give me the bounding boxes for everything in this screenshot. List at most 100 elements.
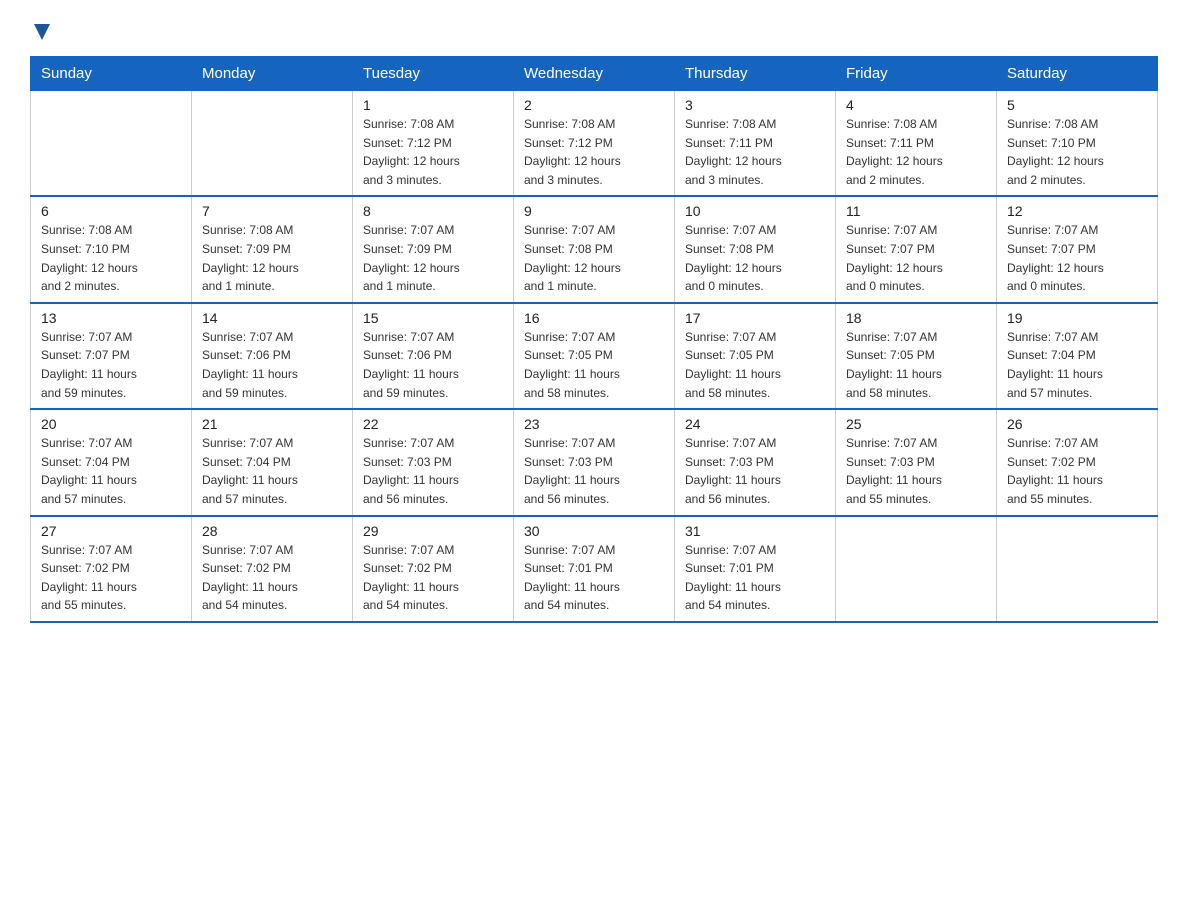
day-info: Sunrise: 7:07 AM Sunset: 7:02 PM Dayligh… [1007, 434, 1147, 508]
day-info: Sunrise: 7:07 AM Sunset: 7:03 PM Dayligh… [524, 434, 664, 508]
calendar-cell: 20 Sunrise: 7:07 AM Sunset: 7:04 PM Dayli… [31, 409, 192, 515]
day-info: Sunrise: 7:08 AM Sunset: 7:12 PM Dayligh… [363, 115, 503, 189]
day-info: Sunrise: 7:07 AM Sunset: 7:05 PM Dayligh… [524, 328, 664, 402]
day-info: Sunrise: 7:07 AM Sunset: 7:01 PM Dayligh… [685, 541, 825, 615]
day-info: Sunrise: 7:08 AM Sunset: 7:10 PM Dayligh… [1007, 115, 1147, 189]
calendar-week-row: 1 Sunrise: 7:08 AM Sunset: 7:12 PM Daylig… [31, 91, 1158, 197]
day-number: 11 [846, 203, 986, 219]
day-number: 10 [685, 203, 825, 219]
calendar-cell [192, 91, 353, 197]
day-number: 17 [685, 310, 825, 326]
calendar-cell: 6 Sunrise: 7:08 AM Sunset: 7:10 PM Daylig… [31, 196, 192, 302]
day-number: 16 [524, 310, 664, 326]
day-number: 23 [524, 416, 664, 432]
day-number: 2 [524, 97, 664, 113]
page-header [30, 20, 1158, 40]
calendar-cell: 28 Sunrise: 7:07 AM Sunset: 7:02 PM Dayli… [192, 516, 353, 622]
day-number: 9 [524, 203, 664, 219]
day-info: Sunrise: 7:08 AM Sunset: 7:10 PM Dayligh… [41, 221, 181, 295]
day-info: Sunrise: 7:07 AM Sunset: 7:07 PM Dayligh… [1007, 221, 1147, 295]
day-number: 8 [363, 203, 503, 219]
calendar-cell [997, 516, 1158, 622]
weekday-header-monday: Monday [192, 57, 353, 91]
day-info: Sunrise: 7:08 AM Sunset: 7:12 PM Dayligh… [524, 115, 664, 189]
day-number: 29 [363, 523, 503, 539]
day-number: 22 [363, 416, 503, 432]
calendar-header-row: SundayMondayTuesdayWednesdayThursdayFrid… [31, 57, 1158, 91]
calendar-cell: 14 Sunrise: 7:07 AM Sunset: 7:06 PM Dayli… [192, 303, 353, 409]
calendar-cell: 12Sunrise: 7:07 AM Sunset: 7:07 PM Dayli… [997, 196, 1158, 302]
day-number: 26 [1007, 416, 1147, 432]
calendar-week-row: 27 Sunrise: 7:07 AM Sunset: 7:02 PM Dayli… [31, 516, 1158, 622]
logo [30, 20, 54, 40]
day-number: 27 [41, 523, 181, 539]
calendar-cell: 19Sunrise: 7:07 AM Sunset: 7:04 PM Dayli… [997, 303, 1158, 409]
calendar-cell: 16 Sunrise: 7:07 AM Sunset: 7:05 PM Dayli… [514, 303, 675, 409]
day-info: Sunrise: 7:07 AM Sunset: 7:06 PM Dayligh… [202, 328, 342, 402]
day-number: 5 [1007, 97, 1147, 113]
calendar-cell [31, 91, 192, 197]
day-number: 30 [524, 523, 664, 539]
day-number: 31 [685, 523, 825, 539]
day-info: Sunrise: 7:08 AM Sunset: 7:11 PM Dayligh… [846, 115, 986, 189]
day-info: Sunrise: 7:07 AM Sunset: 7:02 PM Dayligh… [202, 541, 342, 615]
calendar-cell: 10 Sunrise: 7:07 AM Sunset: 7:08 PM Dayli… [675, 196, 836, 302]
calendar-cell: 24 Sunrise: 7:07 AM Sunset: 7:03 PM Dayli… [675, 409, 836, 515]
weekday-header-tuesday: Tuesday [353, 57, 514, 91]
calendar-week-row: 13Sunrise: 7:07 AM Sunset: 7:07 PM Dayli… [31, 303, 1158, 409]
day-number: 20 [41, 416, 181, 432]
day-info: Sunrise: 7:07 AM Sunset: 7:05 PM Dayligh… [685, 328, 825, 402]
day-number: 3 [685, 97, 825, 113]
day-info: Sunrise: 7:07 AM Sunset: 7:06 PM Dayligh… [363, 328, 503, 402]
calendar-cell: 26 Sunrise: 7:07 AM Sunset: 7:02 PM Dayli… [997, 409, 1158, 515]
day-number: 15 [363, 310, 503, 326]
day-number: 28 [202, 523, 342, 539]
day-info: Sunrise: 7:07 AM Sunset: 7:02 PM Dayligh… [363, 541, 503, 615]
weekday-header-wednesday: Wednesday [514, 57, 675, 91]
calendar-cell: 11 Sunrise: 7:07 AM Sunset: 7:07 PM Dayli… [836, 196, 997, 302]
day-number: 21 [202, 416, 342, 432]
calendar-cell: 23 Sunrise: 7:07 AM Sunset: 7:03 PM Dayli… [514, 409, 675, 515]
calendar-cell [836, 516, 997, 622]
day-number: 13 [41, 310, 181, 326]
day-info: Sunrise: 7:07 AM Sunset: 7:08 PM Dayligh… [524, 221, 664, 295]
weekday-header-thursday: Thursday [675, 57, 836, 91]
calendar-cell: 1 Sunrise: 7:08 AM Sunset: 7:12 PM Daylig… [353, 91, 514, 197]
day-number: 1 [363, 97, 503, 113]
calendar-cell: 31 Sunrise: 7:07 AM Sunset: 7:01 PM Dayli… [675, 516, 836, 622]
calendar-cell: 18 Sunrise: 7:07 AM Sunset: 7:05 PM Dayli… [836, 303, 997, 409]
day-number: 24 [685, 416, 825, 432]
calendar-cell: 4Sunrise: 7:08 AM Sunset: 7:11 PM Daylig… [836, 91, 997, 197]
calendar-cell: 2 Sunrise: 7:08 AM Sunset: 7:12 PM Daylig… [514, 91, 675, 197]
day-info: Sunrise: 7:07 AM Sunset: 7:02 PM Dayligh… [41, 541, 181, 615]
day-info: Sunrise: 7:07 AM Sunset: 7:04 PM Dayligh… [202, 434, 342, 508]
weekday-header-friday: Friday [836, 57, 997, 91]
day-info: Sunrise: 7:07 AM Sunset: 7:03 PM Dayligh… [363, 434, 503, 508]
day-info: Sunrise: 7:07 AM Sunset: 7:09 PM Dayligh… [363, 221, 503, 295]
day-info: Sunrise: 7:07 AM Sunset: 7:08 PM Dayligh… [685, 221, 825, 295]
day-info: Sunrise: 7:07 AM Sunset: 7:05 PM Dayligh… [846, 328, 986, 402]
day-number: 18 [846, 310, 986, 326]
day-info: Sunrise: 7:07 AM Sunset: 7:01 PM Dayligh… [524, 541, 664, 615]
calendar-cell: 5 Sunrise: 7:08 AM Sunset: 7:10 PM Daylig… [997, 91, 1158, 197]
day-info: Sunrise: 7:07 AM Sunset: 7:04 PM Dayligh… [41, 434, 181, 508]
calendar-cell: 3Sunrise: 7:08 AM Sunset: 7:11 PM Daylig… [675, 91, 836, 197]
weekday-header-saturday: Saturday [997, 57, 1158, 91]
calendar-table: SundayMondayTuesdayWednesdayThursdayFrid… [30, 56, 1158, 623]
day-number: 14 [202, 310, 342, 326]
logo-arrow-icon [32, 22, 54, 44]
calendar-cell: 8 Sunrise: 7:07 AM Sunset: 7:09 PM Daylig… [353, 196, 514, 302]
day-number: 6 [41, 203, 181, 219]
day-info: Sunrise: 7:07 AM Sunset: 7:04 PM Dayligh… [1007, 328, 1147, 402]
day-number: 25 [846, 416, 986, 432]
calendar-cell: 29 Sunrise: 7:07 AM Sunset: 7:02 PM Dayli… [353, 516, 514, 622]
day-info: Sunrise: 7:07 AM Sunset: 7:03 PM Dayligh… [685, 434, 825, 508]
day-info: Sunrise: 7:07 AM Sunset: 7:07 PM Dayligh… [846, 221, 986, 295]
day-info: Sunrise: 7:08 AM Sunset: 7:09 PM Dayligh… [202, 221, 342, 295]
weekday-header-sunday: Sunday [31, 57, 192, 91]
calendar-cell: 22 Sunrise: 7:07 AM Sunset: 7:03 PM Dayli… [353, 409, 514, 515]
calendar-cell: 9 Sunrise: 7:07 AM Sunset: 7:08 PM Daylig… [514, 196, 675, 302]
calendar-week-row: 6 Sunrise: 7:08 AM Sunset: 7:10 PM Daylig… [31, 196, 1158, 302]
calendar-cell: 21 Sunrise: 7:07 AM Sunset: 7:04 PM Dayli… [192, 409, 353, 515]
calendar-week-row: 20 Sunrise: 7:07 AM Sunset: 7:04 PM Dayli… [31, 409, 1158, 515]
